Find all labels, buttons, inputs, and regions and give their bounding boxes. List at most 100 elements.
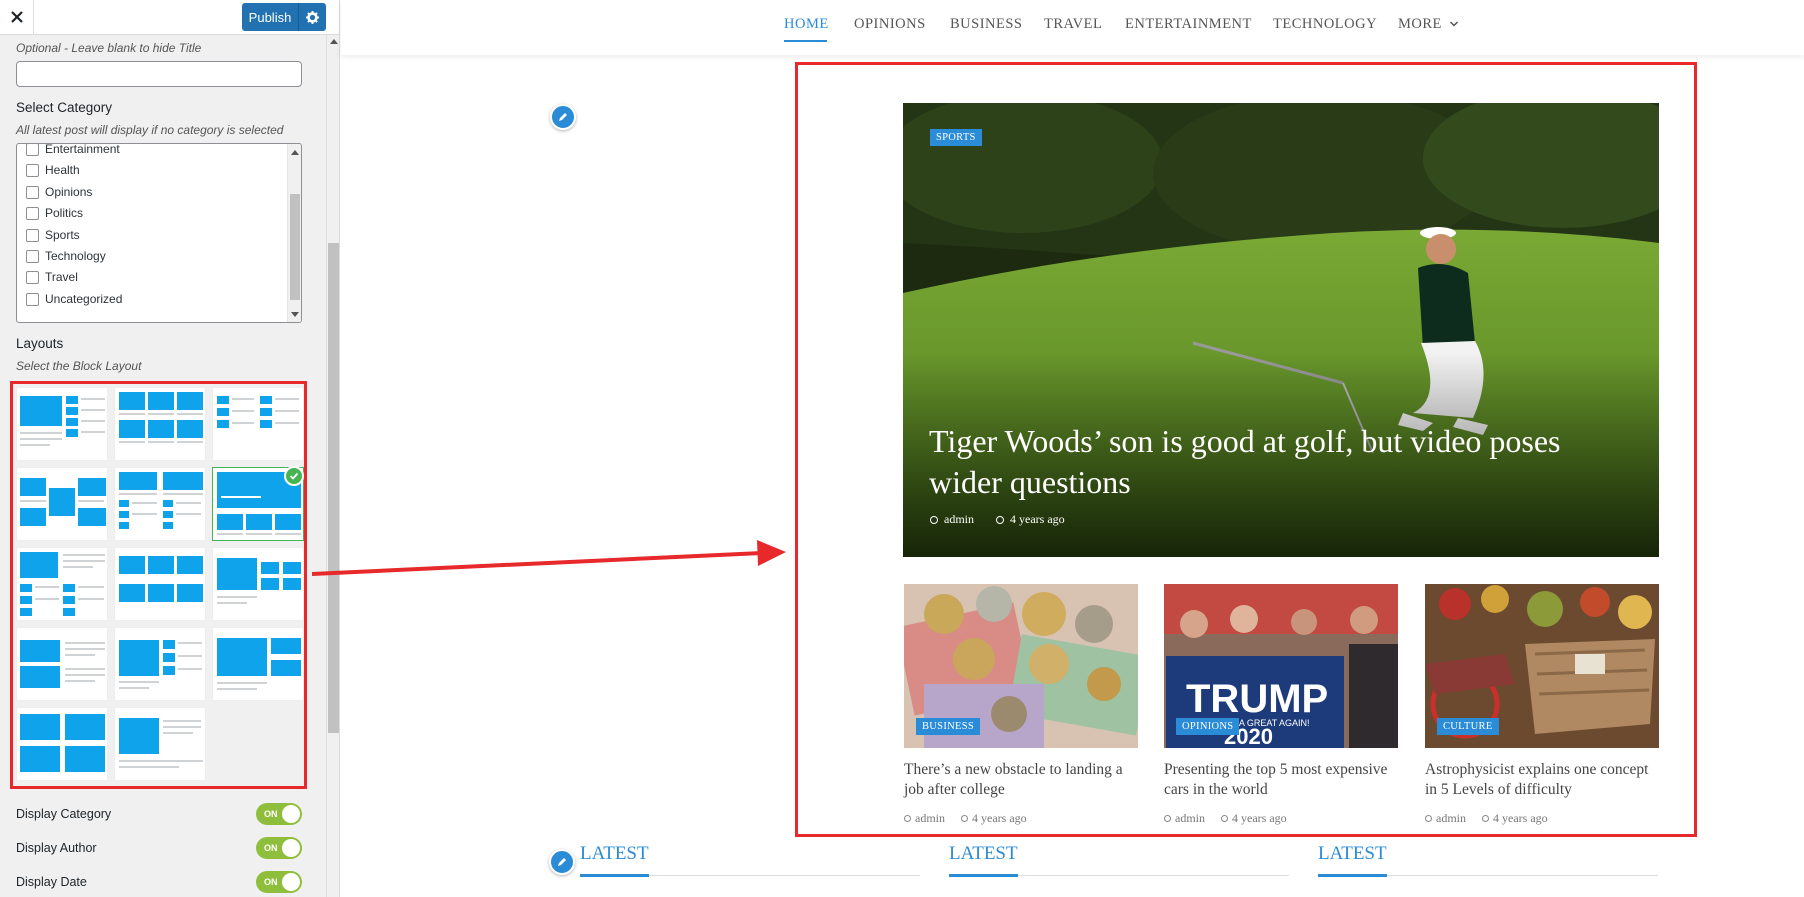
display-date-label: Display Date bbox=[16, 875, 87, 889]
layout-option-2[interactable] bbox=[114, 387, 206, 461]
hero-author[interactable]: admin bbox=[944, 512, 974, 527]
clock-icon bbox=[1482, 815, 1489, 822]
card-title[interactable]: There’s a new obstacle to landing a job … bbox=[904, 760, 1138, 800]
checkbox[interactable] bbox=[26, 144, 39, 156]
layout-option-3[interactable] bbox=[212, 387, 304, 461]
card-author[interactable]: admin bbox=[1175, 811, 1205, 825]
category-item[interactable]: Entertainment bbox=[26, 144, 120, 158]
card-category-badge[interactable]: CULTURE bbox=[1437, 718, 1499, 735]
close-button[interactable] bbox=[0, 0, 34, 34]
checkbox[interactable] bbox=[26, 292, 39, 306]
clock-icon bbox=[1221, 815, 1228, 822]
checkbox[interactable] bbox=[26, 249, 39, 263]
main-navigation: HOME OPINIONS BUSINESS TRAVEL ENTERTAINM… bbox=[341, 0, 1804, 55]
nav-item-home[interactable]: HOME bbox=[784, 16, 829, 33]
hero-meta: admin 4 years ago bbox=[930, 512, 1065, 527]
heading-accent bbox=[949, 874, 1018, 877]
selected-check-icon bbox=[284, 466, 304, 486]
publish-button[interactable]: Publish bbox=[242, 3, 298, 31]
heading-accent bbox=[580, 874, 649, 877]
layout-option-5[interactable] bbox=[114, 467, 206, 541]
layout-option-12[interactable] bbox=[212, 627, 304, 701]
hero-category-badge[interactable]: SPORTS bbox=[930, 129, 982, 146]
layouts-hint: Select the Block Layout bbox=[16, 359, 142, 373]
sidebar-scroll-thumb[interactable] bbox=[328, 243, 339, 733]
nav-item-technology[interactable]: TECHNOLOGY bbox=[1273, 16, 1377, 33]
category-item[interactable]: Uncategorized bbox=[26, 290, 122, 308]
title-input[interactable] bbox=[16, 61, 302, 87]
customizer-controls: Optional - Leave blank to hide Title Sel… bbox=[0, 35, 326, 897]
select-category-label: Select Category bbox=[16, 100, 113, 115]
layout-option-10[interactable] bbox=[16, 627, 108, 701]
card-category-badge[interactable]: OPINIONS bbox=[1176, 718, 1240, 735]
card-meta: admin 4 years ago bbox=[1164, 811, 1287, 826]
chevron-down-icon bbox=[1450, 21, 1459, 27]
category-item[interactable]: Travel bbox=[26, 268, 78, 286]
hero-date: 4 years ago bbox=[1010, 512, 1065, 526]
category-scrollbar[interactable] bbox=[287, 144, 301, 322]
checkbox[interactable] bbox=[26, 228, 39, 242]
card-title[interactable]: Presenting the top 5 most expensive cars… bbox=[1164, 760, 1398, 800]
checkbox[interactable] bbox=[26, 185, 39, 199]
gear-icon bbox=[306, 10, 319, 24]
publish-group: Publish bbox=[242, 3, 326, 31]
category-item[interactable]: Sports bbox=[26, 226, 80, 244]
layout-option-7[interactable] bbox=[16, 547, 108, 621]
category-item[interactable]: Opinions bbox=[26, 183, 92, 201]
hero-post[interactable]: SPORTS Tiger Woods’ son is good at golf,… bbox=[903, 103, 1659, 557]
category-item[interactable]: Politics bbox=[26, 204, 83, 222]
category-item[interactable]: Technology bbox=[26, 247, 106, 265]
layout-option-9[interactable] bbox=[212, 547, 304, 621]
pencil-icon bbox=[559, 113, 567, 121]
category-item[interactable]: Health bbox=[26, 161, 80, 179]
hero-title[interactable]: Tiger Woods’ son is good at golf, but vi… bbox=[929, 421, 1609, 503]
title-hint: Optional - Leave blank to hide Title bbox=[16, 41, 202, 55]
edit-shortcut-button[interactable] bbox=[550, 104, 576, 130]
layout-option-1[interactable] bbox=[16, 387, 108, 461]
card-author[interactable]: admin bbox=[1436, 811, 1466, 825]
edit-shortcut-button[interactable] bbox=[549, 849, 575, 875]
card-meta: admin 4 years ago bbox=[1425, 811, 1548, 826]
customizer-topbar: Publish bbox=[0, 0, 339, 35]
nav-item-business[interactable]: BUSINESS bbox=[950, 16, 1023, 33]
author-icon bbox=[1425, 815, 1432, 822]
scroll-thumb[interactable] bbox=[290, 194, 300, 300]
display-author-toggle[interactable]: ON bbox=[256, 837, 302, 859]
layout-option-14[interactable] bbox=[114, 707, 206, 781]
author-icon bbox=[1164, 815, 1171, 822]
display-category-label: Display Category bbox=[16, 807, 112, 821]
select-category-hint: All latest post will display if no categ… bbox=[16, 123, 284, 137]
nav-item-opinions[interactable]: OPINIONS bbox=[854, 16, 926, 33]
publish-settings-button[interactable] bbox=[298, 3, 326, 31]
card-meta: admin 4 years ago bbox=[904, 811, 1027, 826]
display-category-toggle[interactable]: ON bbox=[256, 803, 302, 825]
checkbox[interactable] bbox=[26, 206, 39, 220]
nav-item-entertainment[interactable]: ENTERTAINMENT bbox=[1125, 16, 1252, 33]
layout-option-8[interactable] bbox=[114, 547, 206, 621]
nav-item-more[interactable]: MORE bbox=[1398, 16, 1459, 33]
heading-accent bbox=[1318, 874, 1387, 877]
card-title[interactable]: Astrophysicist explains one concept in 5… bbox=[1425, 760, 1659, 800]
category-list[interactable]: Entertainment Health Opinions Politics S… bbox=[16, 143, 302, 323]
card-date: 4 years ago bbox=[1232, 811, 1287, 825]
sidebar-scrollbar[interactable] bbox=[326, 35, 339, 897]
layout-option-13[interactable] bbox=[16, 707, 108, 781]
scroll-up-icon[interactable] bbox=[291, 150, 299, 155]
layout-option-4[interactable] bbox=[16, 467, 108, 541]
layout-option-6-selected[interactable] bbox=[212, 466, 304, 541]
checkbox[interactable] bbox=[26, 163, 39, 177]
author-icon bbox=[904, 815, 911, 822]
site-preview: HOME OPINIONS BUSINESS TRAVEL ENTERTAINM… bbox=[341, 0, 1804, 897]
card-category-badge[interactable]: BUSINESS bbox=[916, 718, 980, 735]
display-date-toggle[interactable]: ON bbox=[256, 871, 302, 893]
layout-option-11[interactable] bbox=[114, 627, 206, 701]
nav-item-travel[interactable]: TRAVEL bbox=[1044, 16, 1102, 33]
card-author[interactable]: admin bbox=[915, 811, 945, 825]
scroll-down-icon[interactable] bbox=[291, 312, 299, 317]
checkbox[interactable] bbox=[26, 270, 39, 284]
scroll-up-icon[interactable] bbox=[330, 39, 338, 44]
display-author-row: Display Author ON bbox=[16, 837, 302, 859]
image-text: TRUMP bbox=[1186, 677, 1328, 721]
card-date: 4 years ago bbox=[1493, 811, 1548, 825]
latest-heading: LATEST bbox=[949, 843, 1018, 864]
